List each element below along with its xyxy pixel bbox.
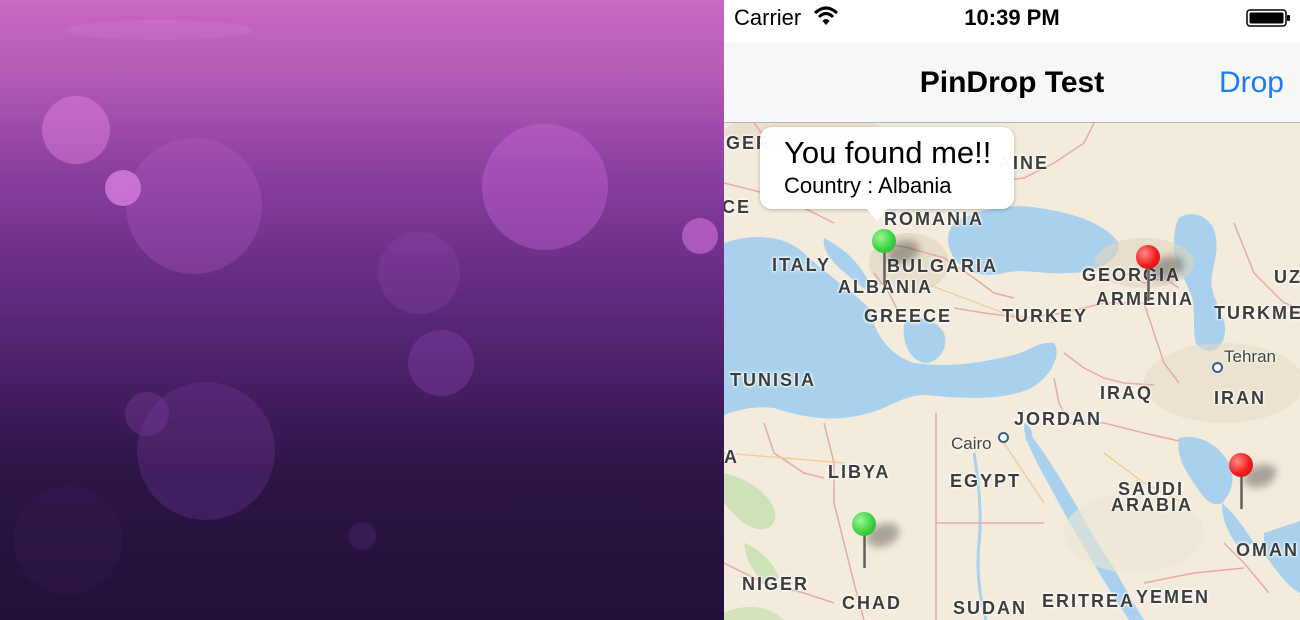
pin-armenia[interactable] xyxy=(1136,245,1187,307)
drop-button[interactable]: Drop xyxy=(1219,66,1284,100)
map-label-uzbekistan: UZ xyxy=(1274,267,1300,287)
city-marker-tehran xyxy=(1212,362,1223,373)
map-label-chad: CHAD xyxy=(842,593,902,613)
bokeh-light xyxy=(682,218,718,254)
city-label-tehran: Tehran xyxy=(1224,347,1276,366)
bokeh-light xyxy=(137,382,275,520)
city-marker-cairo xyxy=(998,432,1009,443)
callout-subtitle: Country : Albania xyxy=(784,173,952,198)
map-label-sudan: SUDAN xyxy=(953,598,1028,618)
pin-head-green xyxy=(872,229,896,253)
map-label-greece: GREECE xyxy=(864,306,953,326)
map-label-libya: LIBYA xyxy=(828,462,891,482)
map-label-arabia: ARABIA xyxy=(1111,495,1193,515)
nav-title: PinDrop Test xyxy=(919,66,1105,99)
map-label-niger: NIGER xyxy=(742,574,810,594)
callout-title: You found me!! xyxy=(784,135,992,170)
map-label-oman: OMAN xyxy=(1236,540,1299,560)
callout-tail xyxy=(866,208,888,221)
pin-head-green xyxy=(852,512,876,536)
map-label-iraq: IRAQ xyxy=(1100,383,1153,403)
map-label-eritrea: ERITREA xyxy=(1042,591,1136,611)
map-label-egypt: EGYPT xyxy=(950,471,1022,491)
bokeh-light xyxy=(348,522,376,550)
bokeh-light xyxy=(408,330,474,396)
map-label-tunisia: TUNISIA xyxy=(730,370,816,390)
pin-chad[interactable] xyxy=(852,512,903,574)
pin-needle xyxy=(1240,475,1243,509)
pin-needle xyxy=(1147,267,1150,301)
bokeh-light xyxy=(126,138,262,274)
map-label-algeria-edge: A xyxy=(724,447,739,467)
pin-head-red xyxy=(1229,453,1253,477)
pin-needle xyxy=(863,534,866,568)
wallpaper-background xyxy=(0,0,724,620)
pin-persian-gulf[interactable] xyxy=(1229,453,1280,515)
phone-screen: Carrier 10:39 PM PinDrop Test Drop GER C… xyxy=(724,0,1300,620)
map-label-romania: ROMANIA xyxy=(884,209,984,229)
map-label-yemen: YEMEN xyxy=(1136,587,1211,607)
bokeh-light xyxy=(482,124,608,250)
bokeh-light xyxy=(14,486,122,594)
map-label-jordan: JORDAN xyxy=(1014,409,1103,429)
bokeh-light xyxy=(64,20,254,40)
pin-head-red xyxy=(1136,245,1160,269)
pin-albania[interactable] xyxy=(872,229,923,291)
pin-callout[interactable]: You found me!! Country : Albania xyxy=(760,127,1014,221)
bokeh-light xyxy=(378,232,460,314)
map-label-turkey: TURKEY xyxy=(1002,306,1089,326)
status-bar: Carrier 10:39 PM xyxy=(724,0,1300,42)
map-label-iran: IRAN xyxy=(1214,388,1266,408)
map-label-france: CE xyxy=(724,197,752,217)
map-view[interactable]: GER CE AINE ROMANIA ITALY BULGARIA ALBAN… xyxy=(724,123,1300,620)
map-label-italy: ITALY xyxy=(772,255,832,275)
map-label-turkmenistan: TURKME xyxy=(1214,303,1300,323)
battery-icon xyxy=(1246,8,1292,33)
pin-needle xyxy=(883,251,886,285)
bokeh-light xyxy=(42,96,110,164)
clock-time: 10:39 PM xyxy=(964,5,1060,30)
city-label-cairo: Cairo xyxy=(951,434,992,453)
navigation-bar: PinDrop Test Drop xyxy=(724,42,1300,123)
